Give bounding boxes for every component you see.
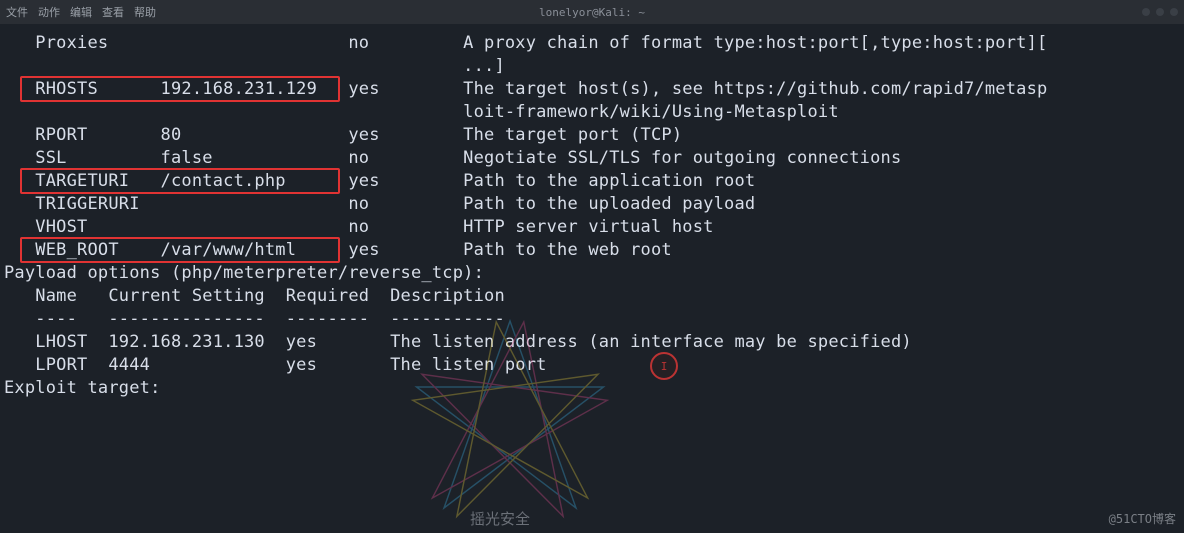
titlebar: 文件 动作 编辑 查看 帮助 lonelyor@Kali: ~	[0, 0, 1184, 24]
terminal-line: TARGETURI /contact.php yes Path to the a…	[4, 170, 1184, 193]
terminal-line: Exploit target:	[4, 377, 1184, 400]
menu-file[interactable]: 文件	[6, 4, 28, 20]
terminal-line: Proxies no A proxy chain of format type:…	[4, 32, 1184, 55]
terminal-output[interactable]: Proxies no A proxy chain of format type:…	[0, 24, 1184, 400]
terminal-line: loit-framework/wiki/Using-Metasploit	[4, 101, 1184, 124]
window-controls[interactable]	[1142, 0, 1178, 24]
credit-text: @51CTO博客	[1109, 510, 1176, 527]
terminal-line: RHOSTS 192.168.231.129 yes The target ho…	[4, 78, 1184, 101]
terminal-line: RPORT 80 yes The target port (TCP)	[4, 124, 1184, 147]
window-title: lonelyor@Kali: ~	[539, 6, 645, 19]
close-icon[interactable]	[1170, 8, 1178, 16]
menu-help[interactable]: 帮助	[134, 4, 156, 20]
terminal-line: Payload options (php/meterpreter/reverse…	[4, 262, 1184, 285]
menu-bar[interactable]: 文件 动作 编辑 查看 帮助	[6, 0, 156, 24]
watermark-text: 摇光安全	[470, 511, 530, 527]
terminal-line: ---- --------------- -------- ----------…	[4, 308, 1184, 331]
maximize-icon[interactable]	[1156, 8, 1164, 16]
terminal-line: VHOST no HTTP server virtual host	[4, 216, 1184, 239]
terminal-line: TRIGGERURI no Path to the uploaded paylo…	[4, 193, 1184, 216]
menu-edit[interactable]: 编辑	[70, 4, 92, 20]
terminal-line: WEB_ROOT /var/www/html yes Path to the w…	[4, 239, 1184, 262]
terminal-line: LPORT 4444 yes The listen port	[4, 354, 1184, 377]
terminal-line: SSL false no Negotiate SSL/TLS for outgo…	[4, 147, 1184, 170]
menu-view[interactable]: 查看	[102, 4, 124, 20]
terminal-line: Name Current Setting Required Descriptio…	[4, 285, 1184, 308]
terminal-line: ...]	[4, 55, 1184, 78]
minimize-icon[interactable]	[1142, 8, 1150, 16]
menu-action[interactable]: 动作	[38, 4, 60, 20]
terminal-line: LHOST 192.168.231.130 yes The listen add…	[4, 331, 1184, 354]
